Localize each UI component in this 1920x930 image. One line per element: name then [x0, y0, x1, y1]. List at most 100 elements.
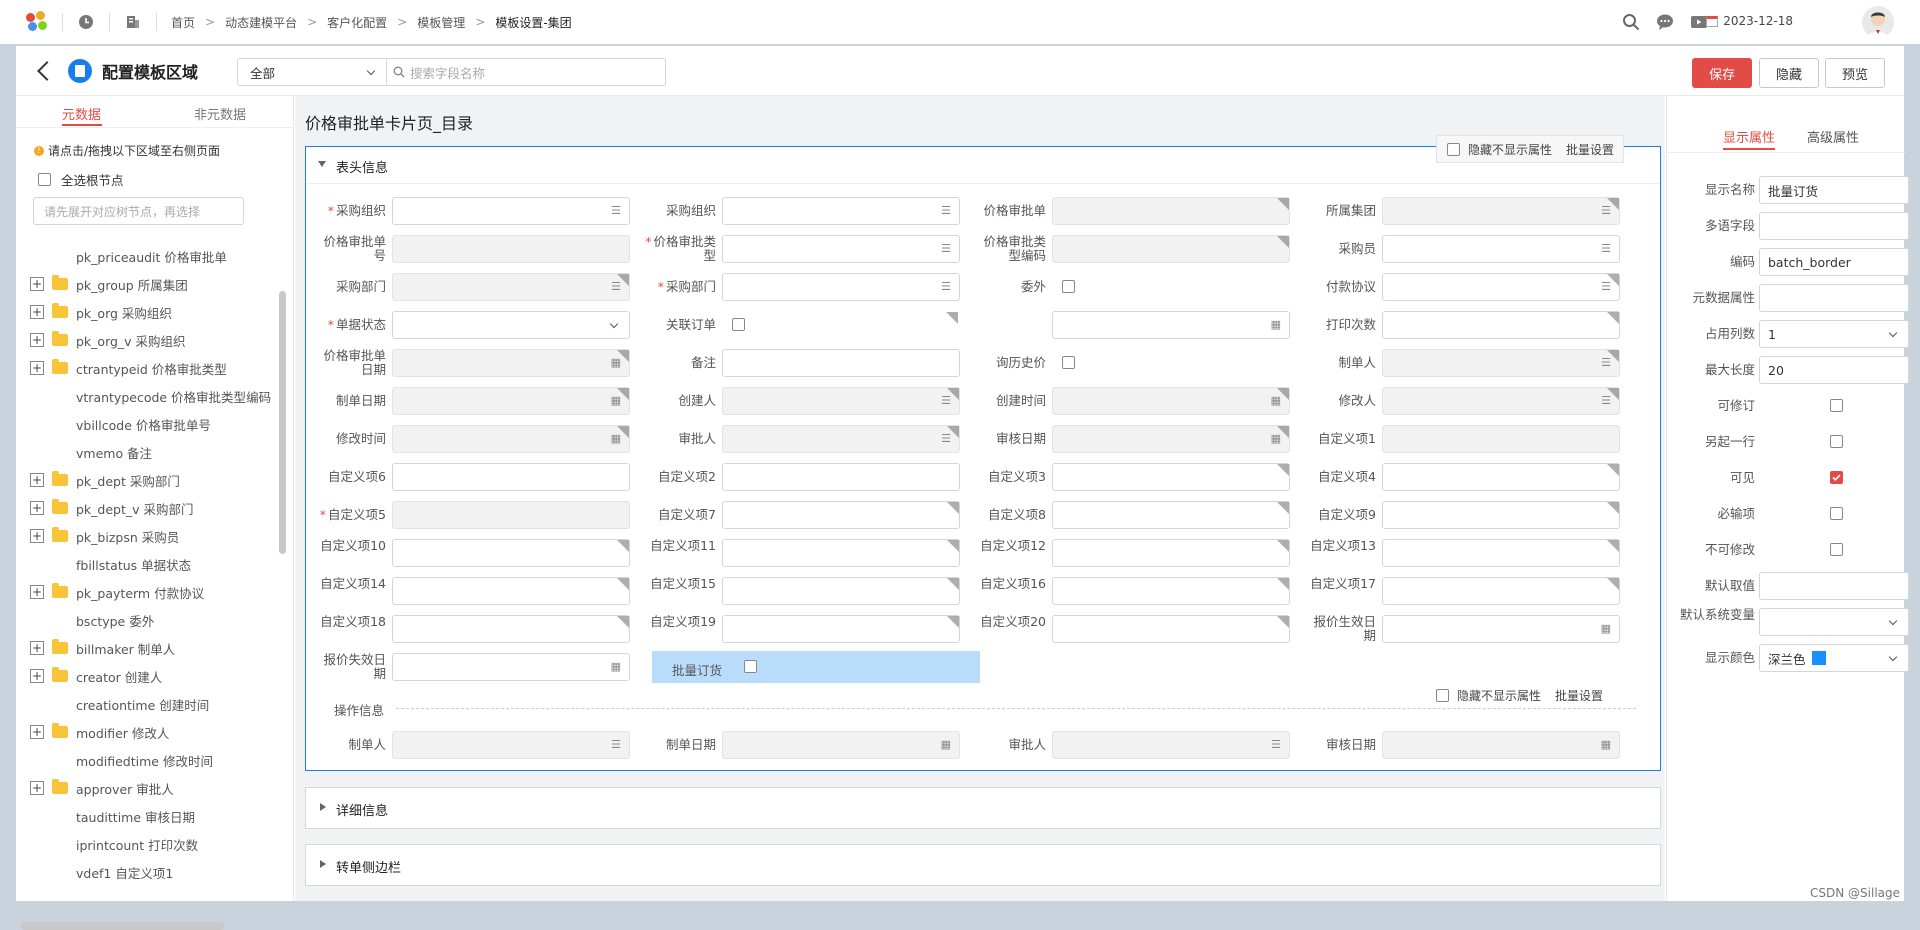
select-all-roots[interactable]: 全选根节点: [38, 170, 124, 189]
form-field[interactable]: ☰: [392, 197, 630, 225]
calendar-icon[interactable]: ▦: [1271, 395, 1281, 407]
search-icon[interactable]: [1622, 13, 1640, 31]
form-field[interactable]: [1052, 197, 1290, 225]
calendar-icon[interactable]: ▦: [1271, 319, 1281, 331]
breadcrumb-item[interactable]: 动态建模平台: [225, 14, 297, 31]
app-logo-icon[interactable]: [26, 11, 48, 33]
tree-hscrollbar[interactable]: [21, 922, 224, 930]
form-field[interactable]: [1382, 463, 1620, 491]
breadcrumb-item[interactable]: 模板管理: [417, 14, 465, 31]
property-checkbox[interactable]: [1830, 435, 1843, 448]
form-field[interactable]: [1052, 539, 1290, 567]
tree-node[interactable]: vmemo 备注: [30, 442, 152, 462]
tab-display-attributes[interactable]: 显示属性: [1723, 127, 1775, 146]
field-checkbox[interactable]: [1062, 356, 1075, 369]
hide-attr-checkbox[interactable]: [1436, 689, 1449, 702]
form-field[interactable]: [392, 501, 630, 529]
building-icon[interactable]: [124, 13, 142, 31]
tree-node[interactable]: iprintcount 打印次数: [30, 834, 198, 854]
list-icon[interactable]: ☰: [941, 243, 951, 255]
tab-advanced-attributes[interactable]: 高级属性: [1807, 127, 1859, 146]
expand-plus-icon[interactable]: +: [30, 305, 44, 319]
tree-search-input[interactable]: 请先展开对应树节点，再选择: [33, 197, 244, 225]
expand-plus-icon[interactable]: +: [30, 277, 44, 291]
calendar-icon[interactable]: ▦: [611, 395, 621, 407]
calendar-icon[interactable]: ▦: [941, 739, 951, 751]
tree-node[interactable]: + ctrantypeid 价格审批类型: [30, 358, 227, 378]
list-icon[interactable]: ☰: [611, 205, 621, 217]
expand-plus-icon[interactable]: +: [30, 781, 44, 795]
form-field[interactable]: ▦: [392, 653, 630, 681]
form-field[interactable]: [722, 463, 960, 491]
batch-settings-link[interactable]: 批量设置: [1555, 687, 1603, 704]
form-field[interactable]: ☰: [392, 731, 630, 759]
tree-node[interactable]: + pk_dept 采购部门: [30, 470, 180, 490]
form-field[interactable]: ☰: [722, 235, 960, 263]
tree-node[interactable]: vdef1 自定义项1: [30, 862, 173, 882]
calendar-icon[interactable]: ▦: [611, 661, 621, 673]
list-icon[interactable]: ☰: [941, 433, 951, 445]
form-field[interactable]: ▦: [392, 387, 630, 415]
list-icon[interactable]: ☰: [1271, 739, 1281, 751]
form-field[interactable]: [1052, 463, 1290, 491]
form-field[interactable]: [1382, 577, 1620, 605]
list-icon[interactable]: ☰: [1601, 243, 1611, 255]
tree-node[interactable]: vbillcode 价格审批单号: [30, 414, 211, 434]
form-field[interactable]: [722, 349, 960, 377]
form-field[interactable]: [392, 539, 630, 567]
property-input[interactable]: [1759, 284, 1909, 312]
tree-node[interactable]: + creator 创建人: [30, 666, 162, 686]
field-search-input[interactable]: 搜索字段名称: [386, 58, 666, 86]
tab-metadata[interactable]: 元数据: [62, 104, 101, 123]
form-field[interactable]: ▦: [1382, 615, 1620, 643]
list-icon[interactable]: ☰: [941, 281, 951, 293]
property-checkbox[interactable]: [1830, 507, 1843, 520]
form-field[interactable]: ☰: [722, 387, 960, 415]
tree-node[interactable]: fbillstatus 单据状态: [30, 554, 191, 574]
form-field[interactable]: [392, 235, 630, 263]
form-field[interactable]: ☰: [722, 425, 960, 453]
tree-node[interactable]: + pk_dept_v 采购部门: [30, 498, 194, 518]
expand-plus-icon[interactable]: +: [30, 725, 44, 739]
form-field[interactable]: [1382, 539, 1620, 567]
expand-plus-icon[interactable]: +: [30, 529, 44, 543]
form-field[interactable]: [722, 539, 960, 567]
property-input[interactable]: 20: [1759, 356, 1909, 384]
expand-plus-icon[interactable]: +: [30, 641, 44, 655]
list-icon[interactable]: ☰: [1601, 395, 1611, 407]
list-icon[interactable]: ☰: [941, 395, 951, 407]
calendar-icon[interactable]: ▦: [1601, 623, 1611, 635]
list-icon[interactable]: ☰: [611, 281, 621, 293]
hide-attr-checkbox[interactable]: [1447, 142, 1460, 156]
form-field[interactable]: ☰: [392, 273, 630, 301]
select-all-checkbox[interactable]: [38, 173, 51, 186]
collapse-icon[interactable]: [318, 161, 326, 167]
property-checkbox[interactable]: [1830, 471, 1843, 484]
property-select[interactable]: 1: [1759, 320, 1909, 348]
message-icon[interactable]: [1656, 13, 1674, 31]
breadcrumb-item[interactable]: 客户化配置: [327, 14, 387, 31]
form-field[interactable]: [722, 615, 960, 643]
tree-node[interactable]: vtrantypecode 价格审批类型编码: [30, 386, 271, 406]
save-button[interactable]: 保存: [1692, 58, 1752, 88]
avatar[interactable]: [1862, 6, 1894, 38]
form-field[interactable]: ☰: [1382, 273, 1620, 301]
preview-button[interactable]: 预览: [1825, 58, 1885, 88]
form-field[interactable]: [722, 577, 960, 605]
property-input[interactable]: [1759, 572, 1909, 600]
calendar-icon[interactable]: ▦: [1271, 433, 1281, 445]
tree-node[interactable]: + pk_org 采购组织: [30, 302, 172, 322]
form-field[interactable]: [392, 311, 630, 339]
section-sidebar[interactable]: 转单侧边栏: [305, 844, 1661, 886]
back-icon[interactable]: [37, 60, 57, 81]
form-field[interactable]: [1052, 615, 1290, 643]
property-select[interactable]: [1759, 608, 1909, 636]
tree-node[interactable]: bsctype 委外: [30, 610, 154, 630]
tree-node[interactable]: + pk_group 所属集团: [30, 274, 188, 294]
scope-select[interactable]: 全部: [237, 58, 387, 86]
tree-node[interactable]: creationtime 创建时间: [30, 694, 209, 714]
form-field[interactable]: ▦: [1382, 731, 1620, 759]
tree-node[interactable]: modifiedtime 修改时间: [30, 750, 213, 770]
form-field[interactable]: ▦: [1052, 311, 1290, 339]
field-checkbox[interactable]: [744, 660, 757, 673]
